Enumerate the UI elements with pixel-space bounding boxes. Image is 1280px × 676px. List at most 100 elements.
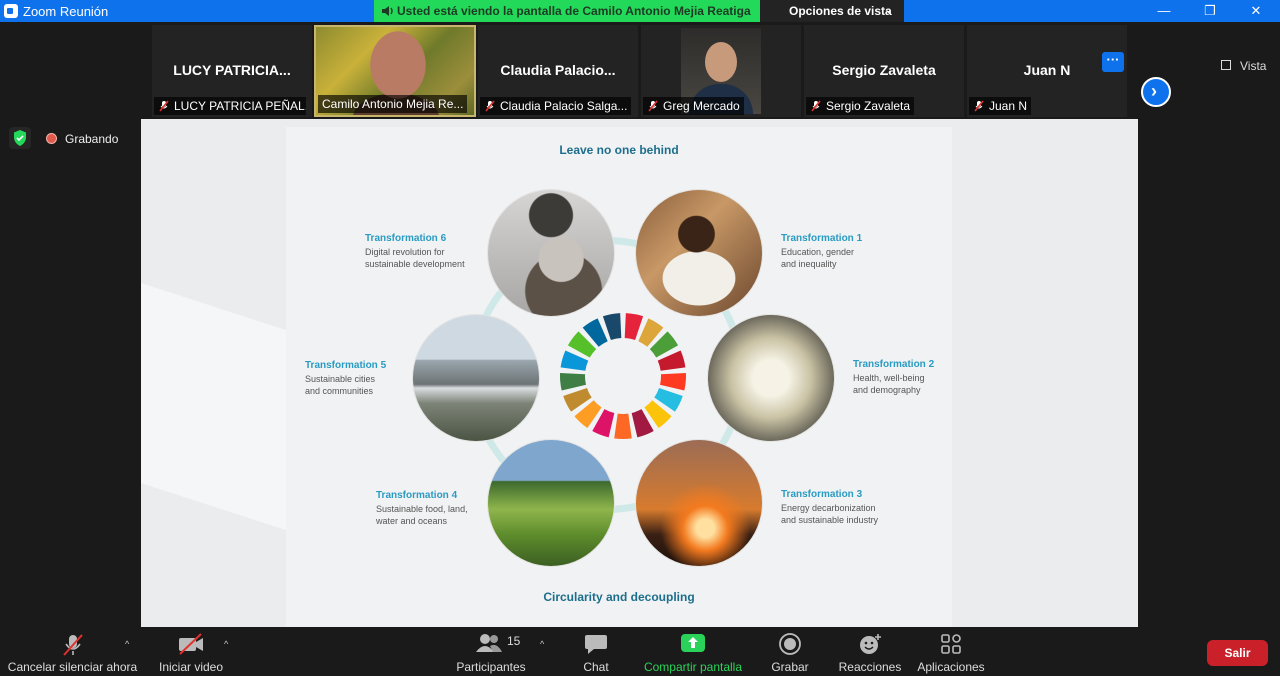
view-options-label: Opciones de vista [789, 4, 892, 18]
recording-status: Grabando [65, 132, 119, 146]
participant-tile[interactable]: LUCY PATRICIA... LUCY PATRICIA PEÑAL... [152, 25, 312, 117]
view-toggle-label: Vista [1240, 59, 1267, 73]
start-video-button[interactable]: Iniciar video [152, 627, 230, 676]
participant-display-name: Claudia Palacio... [500, 62, 616, 78]
muted-mic-icon [811, 100, 821, 112]
participant-name: Camilo Antonio Mejia Re... [322, 97, 464, 111]
transformation-2-desc: Health, well-being and demography [853, 373, 925, 395]
security-shield-button[interactable] [9, 127, 31, 149]
participant-tile[interactable]: Greg Mercado [641, 25, 801, 117]
meeting-toolbar: Cancelar silenciar ahora ^ Iniciar video… [0, 627, 1280, 676]
apps-label: Aplicaciones [917, 660, 985, 674]
record-button[interactable]: Grabar [765, 627, 815, 676]
title-bar: Zoom Reunión Usted está viendo la pantal… [0, 0, 1280, 22]
video-options-caret-icon[interactable]: ^ [224, 639, 228, 649]
record-label: Grabar [771, 660, 809, 674]
restore-button[interactable]: ❐ [1187, 0, 1233, 22]
window-title: Zoom Reunión [23, 4, 109, 19]
next-page-button[interactable]: › [1141, 77, 1171, 107]
slide: Leave no one behind Circularity and deco… [286, 127, 952, 627]
close-button[interactable]: ✕ [1233, 0, 1279, 22]
leave-meeting-button[interactable]: Salir [1207, 640, 1268, 666]
city-train-image [413, 315, 539, 441]
participant-name: Greg Mercado [663, 99, 740, 113]
transformation-3-desc: Energy decarbonization and sustainable i… [781, 503, 879, 525]
apps-icon [941, 634, 961, 654]
chat-button[interactable]: Chat [575, 627, 617, 676]
chevron-right-icon: › [1151, 81, 1157, 101]
screen-share-text: Usted está viendo la pantalla de Camilo … [397, 4, 751, 18]
sdg-wheel-segment [614, 413, 632, 439]
background-shape [141, 283, 301, 535]
transformation-2-title: Transformation 2 [853, 359, 935, 370]
transformation-1-title: Transformation 1 [781, 233, 863, 244]
sdg-wheel-icon [560, 313, 686, 439]
participant-tile-active[interactable]: Camilo Antonio Mejia Re... [314, 25, 476, 117]
zoom-logo-icon [4, 4, 18, 18]
participant-name: LUCY PATRICIA PEÑAL... [174, 99, 306, 113]
participant-name: Sergio Zavaleta [826, 99, 911, 113]
participant-name: Juan N [989, 99, 1028, 113]
transformation-5-desc: Sustainable cities and communities [305, 374, 376, 396]
more-options-button[interactable]: ··· [1102, 52, 1124, 72]
chevron-down-icon: ⌄ [884, 4, 894, 16]
transformation-4-title: Transformation 4 [376, 490, 458, 501]
transformation-1-desc: Education, gender and inequality [781, 247, 855, 269]
unmute-label: Cancelar silenciar ahora [7, 660, 138, 674]
participant-name: Claudia Palacio Salga... [500, 99, 628, 113]
apps-button[interactable]: Aplicaciones [914, 627, 988, 676]
student-image [636, 190, 762, 316]
transformation-4-desc: Sustainable food, land, water and oceans [376, 504, 468, 526]
participant-display-name: Sergio Zavaleta [832, 62, 936, 78]
share-screen-icon [681, 634, 705, 652]
participant-label: Sergio Zavaleta [806, 97, 915, 115]
reactions-button[interactable]: Reacciones [836, 627, 904, 676]
slide-bottom-title: Circularity and decoupling [543, 590, 695, 604]
sdg-wheel-segment [602, 313, 622, 340]
participant-label: Juan N [969, 97, 1032, 115]
muted-mic-icon [62, 634, 83, 656]
recording-dot-icon [46, 133, 57, 144]
grid-icon [1221, 60, 1231, 70]
record-icon [779, 633, 801, 655]
sunset-windmills-image [636, 440, 762, 566]
muted-mic-icon [974, 100, 984, 112]
transformation-6-title: Transformation 6 [365, 233, 447, 244]
shared-screen: Leave no one behind Circularity and deco… [141, 119, 1138, 627]
view-toggle-button[interactable]: Vista [1219, 56, 1271, 76]
robot-image [488, 190, 614, 316]
participant-label: Claudia Palacio Salga... [480, 97, 632, 115]
minimize-button[interactable]: — [1141, 0, 1187, 22]
participant-strip: LUCY PATRICIA... LUCY PATRICIA PEÑAL... … [0, 22, 1280, 118]
smiley-plus-icon [860, 634, 881, 654]
participant-tile[interactable]: Sergio Zavaleta Sergio Zavaleta [804, 25, 964, 117]
share-screen-label: Compartir pantalla [643, 660, 743, 674]
video-off-icon [179, 633, 203, 655]
unmute-button[interactable]: Cancelar silenciar ahora [5, 627, 140, 676]
muted-mic-icon [485, 100, 495, 112]
participant-display-name: LUCY PATRICIA... [173, 62, 291, 78]
participant-label: LUCY PATRICIA PEÑAL... [154, 97, 306, 115]
sdg-wheel-segment [560, 373, 587, 391]
participants-options-caret-icon[interactable]: ^ [540, 639, 544, 649]
landscape-image [488, 440, 614, 566]
transformation-6-desc: Digital revolution for sustainable devel… [365, 247, 465, 269]
screen-share-banner: Usted está viendo la pantalla de Camilo … [374, 0, 760, 22]
reactions-label: Reacciones [838, 660, 902, 674]
audio-options-caret-icon[interactable]: ^ [125, 639, 129, 649]
speaker-icon [382, 6, 393, 16]
sdg-wheel-segment [659, 373, 686, 391]
yoga-image [708, 315, 834, 441]
participants-icon [476, 634, 502, 652]
participant-tile[interactable]: Claudia Palacio... Claudia Palacio Salga… [478, 25, 638, 117]
participants-label: Participantes [456, 660, 526, 674]
slide-top-title: Leave no one behind [559, 143, 679, 157]
chat-label: Chat [583, 660, 609, 674]
start-video-label: Iniciar video [158, 660, 224, 674]
transformation-3-title: Transformation 3 [781, 489, 863, 500]
muted-mic-icon [159, 100, 169, 112]
view-options-button[interactable]: Opciones de vista ⌄ [760, 0, 904, 22]
participants-count: 15 [507, 634, 521, 648]
share-screen-button[interactable]: Compartir pantalla [641, 627, 745, 676]
transformation-5-title: Transformation 5 [305, 360, 387, 371]
